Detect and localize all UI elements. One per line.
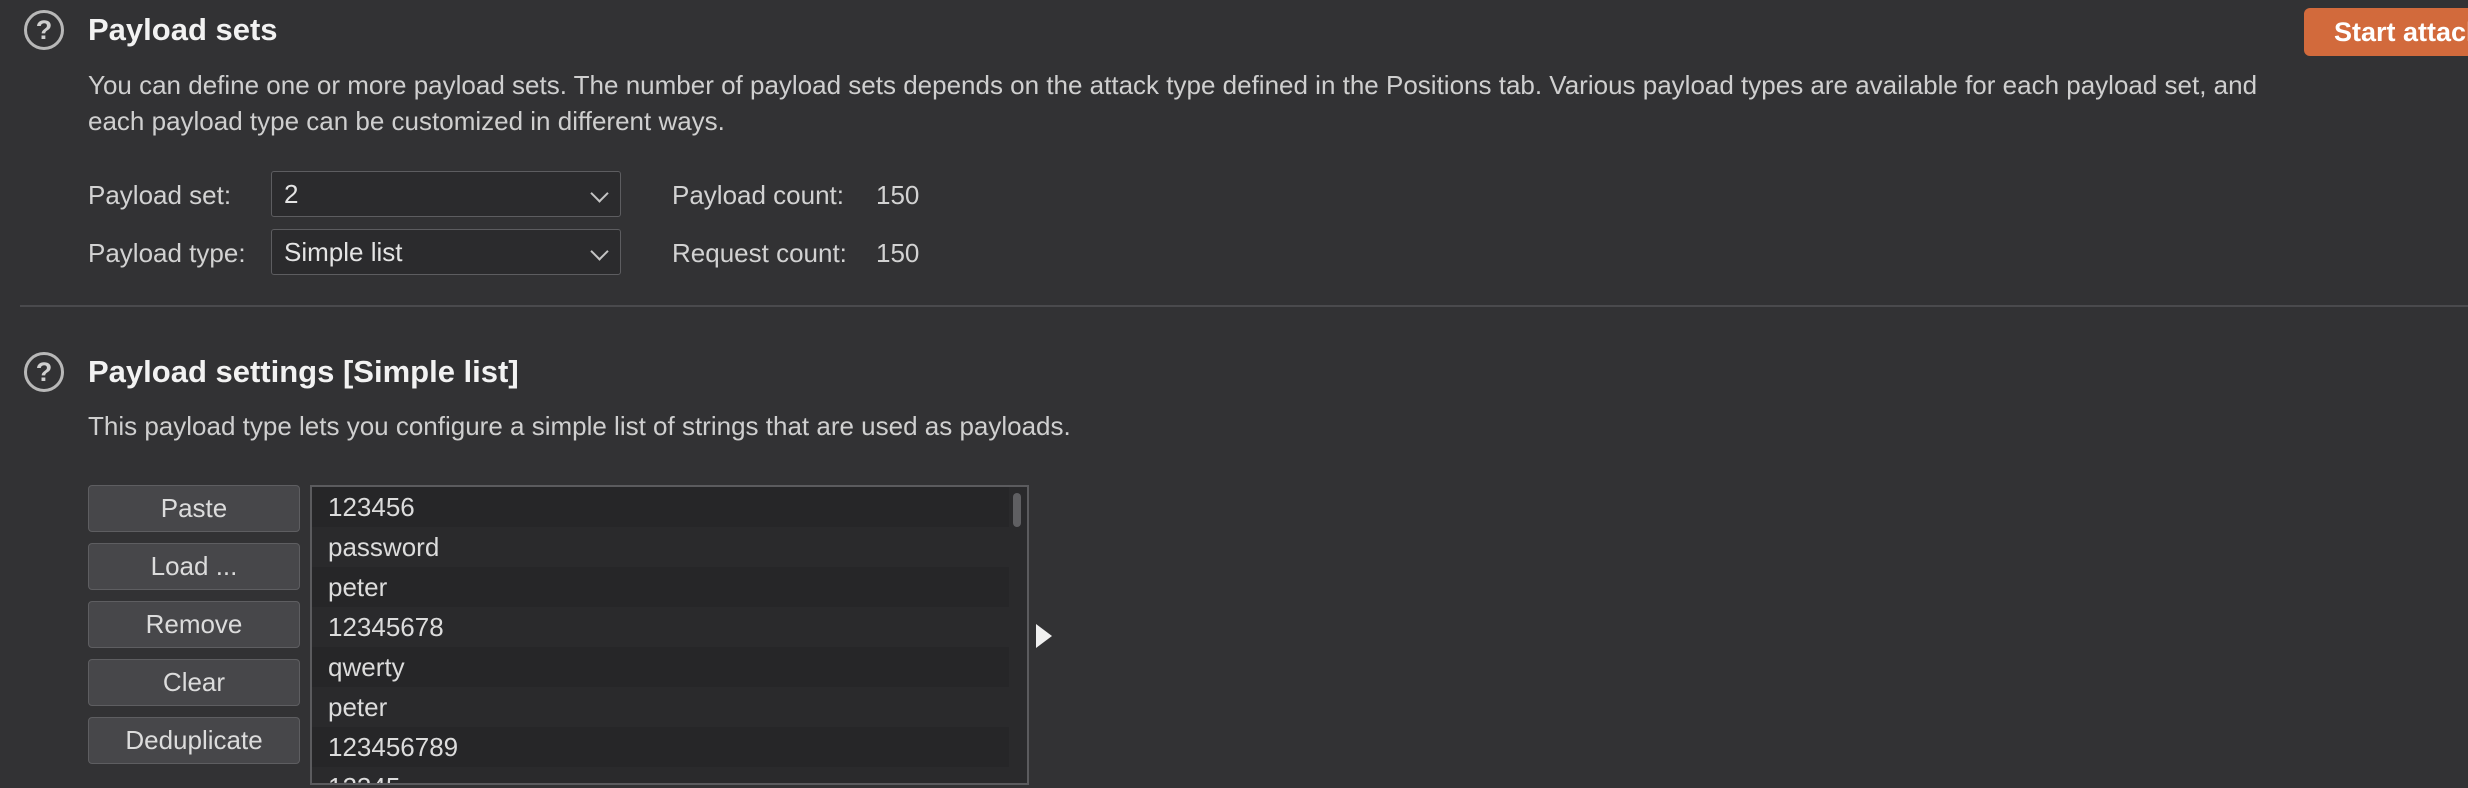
payload-count-label: Payload count: [672,180,845,210]
payload-set-label: Payload set: [88,180,232,210]
payload-type-value: Simple list [284,237,403,267]
section-divider [20,305,2468,307]
list-item[interactable]: peter [312,567,1009,607]
payload-type-dropdown[interactable]: Simple list [271,229,621,275]
payload-type-label: Payload type: [88,238,246,268]
payload-sets-description-cont: each payload type can be customized in d… [88,106,725,136]
payload-settings-title: Payload settings [Simple list] [88,354,519,389]
help-icon[interactable]: ? [24,352,64,392]
list-item[interactable]: qwerty [312,647,1009,687]
list-item[interactable]: password [312,527,1009,567]
list-item[interactable]: 123456789 [312,727,1009,767]
list-scrollbar[interactable] [1013,493,1021,527]
chevron-down-icon [590,184,609,203]
remove-button[interactable]: Remove [88,601,300,648]
clear-button[interactable]: Clear [88,659,300,706]
paste-button[interactable]: Paste [88,485,300,532]
deduplicate-button[interactable]: Deduplicate [88,717,300,764]
triangle-right-icon[interactable] [1036,624,1052,648]
payload-list[interactable]: 123456 password peter 12345678 qwerty pe… [310,485,1029,785]
list-item[interactable]: 12345678 [312,607,1009,647]
payload-sets-title: Payload sets [88,12,278,47]
start-attack-button[interactable]: Start attack [2304,8,2468,56]
list-item[interactable]: peter [312,687,1009,727]
payload-settings-description: This payload type lets you configure a s… [88,411,1071,441]
request-count-label: Request count: [672,238,847,268]
payload-sets-description: You can define one or more payload sets.… [88,70,2258,100]
list-item[interactable]: 123456 [312,487,1009,527]
list-item[interactable]: 12345 [312,767,1009,783]
load-button[interactable]: Load ... [88,543,300,590]
chevron-down-icon [590,242,609,261]
payload-set-value: 2 [284,179,299,209]
payload-count-value: 150 [876,180,920,210]
request-count-value: 150 [876,238,920,268]
payload-set-dropdown[interactable]: 2 [271,171,621,217]
help-icon[interactable]: ? [24,10,64,50]
